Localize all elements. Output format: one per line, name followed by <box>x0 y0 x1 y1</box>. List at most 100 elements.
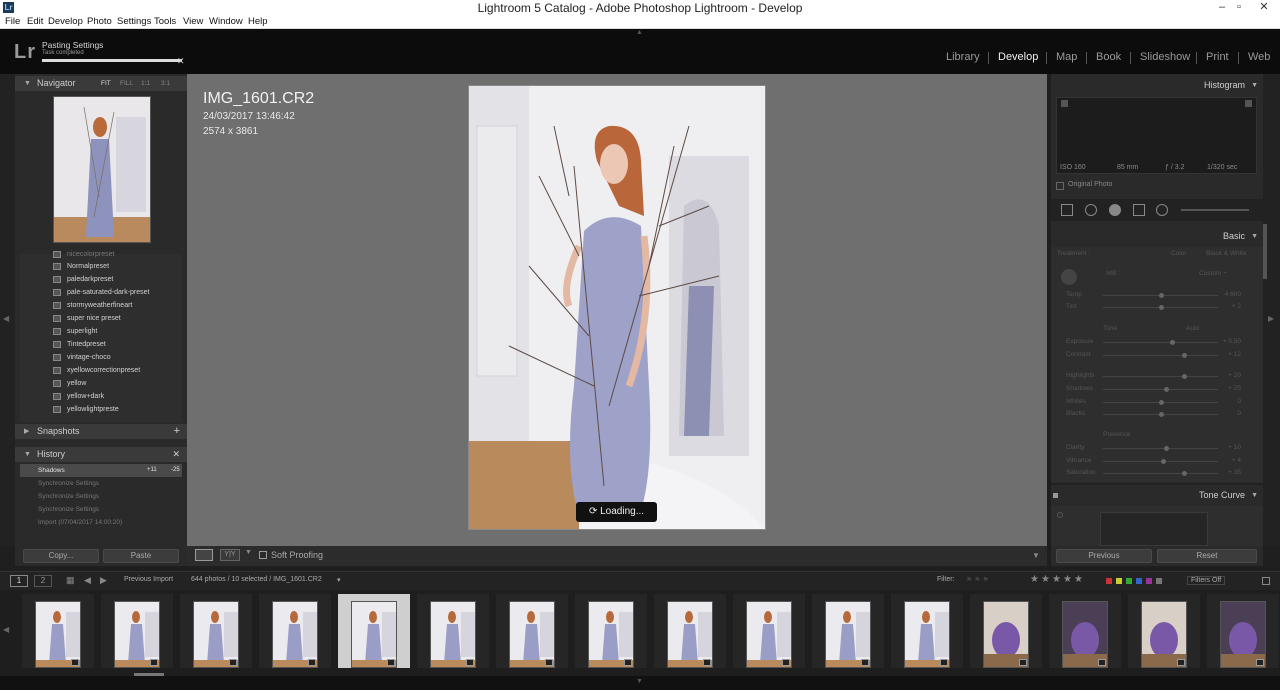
slider-thumb[interactable] <box>1158 293 1164 298</box>
history-item[interactable]: Synchronize Settings <box>20 477 182 490</box>
color-filter-purple-icon[interactable] <box>1146 578 1152 584</box>
source-dropdown-icon[interactable]: ▾ <box>337 576 341 584</box>
previous-button[interactable]: Previous <box>1056 549 1152 563</box>
filmstrip-thumbnail[interactable] <box>114 601 160 668</box>
soft-proofing-checkbox[interactable] <box>259 551 267 559</box>
filmstrip-thumbnail[interactable] <box>746 601 792 668</box>
preset-item[interactable]: Normalpreset <box>20 260 182 273</box>
filmstrip-thumb-cell[interactable] <box>259 594 331 668</box>
slider-thumb[interactable] <box>1158 412 1164 417</box>
copy-button[interactable]: Copy... <box>23 549 99 563</box>
filmstrip-thumb-cell[interactable] <box>1128 594 1200 668</box>
star-filter-icon[interactable]: ★ <box>1052 574 1061 585</box>
tone-auto-button[interactable]: Auto <box>1186 325 1199 332</box>
preset-item[interactable]: super nice preset <box>20 312 182 325</box>
menu-window[interactable]: Window <box>209 16 243 27</box>
reset-button[interactable]: Reset <box>1157 549 1257 563</box>
graduated-filter-icon[interactable] <box>1133 204 1145 216</box>
slider-value[interactable]: + 35 <box>1228 469 1241 476</box>
module-print[interactable]: Print <box>1206 51 1229 63</box>
menu-photo[interactable]: Photo <box>87 16 112 27</box>
slider-thumb[interactable] <box>1160 459 1166 464</box>
filmstrip-thumb-cell[interactable] <box>575 594 647 668</box>
radial-filter-icon[interactable] <box>1156 204 1168 216</box>
slider-track[interactable] <box>1103 473 1218 474</box>
tone-curve-header[interactable]: Tone Curve ▼ <box>1051 488 1263 503</box>
slider-value[interactable]: + 4 <box>1232 457 1241 464</box>
preset-item[interactable]: yellowlightpreste <box>20 403 182 416</box>
slider-value[interactable]: + 25 <box>1228 385 1241 392</box>
filmstrip-thumbnail[interactable] <box>351 601 397 668</box>
nav-1-1[interactable]: 1:1 <box>141 76 150 91</box>
slider-value[interactable]: + 12 <box>1228 351 1241 358</box>
minimize-icon[interactable]: – <box>1213 0 1231 15</box>
filmstrip-left-toggle-icon[interactable]: ◀ <box>3 625 9 634</box>
loupe-view-icon[interactable] <box>195 549 213 561</box>
filmstrip-count[interactable]: 644 photos / 10 selected / IMG_1601.CR2 <box>191 576 322 583</box>
forward-arrow-icon[interactable]: ▶ <box>100 575 107 586</box>
preset-item[interactable]: vintage-choco <box>20 351 182 364</box>
filmstrip-thumbnail[interactable] <box>430 601 476 668</box>
star-filter-icon[interactable]: ★ <box>1030 574 1039 585</box>
red-eye-icon[interactable] <box>1109 204 1121 216</box>
right-scrollbar[interactable]: ▶ <box>1263 74 1280 546</box>
filmstrip-thumb-cell[interactable] <box>1049 594 1121 668</box>
module-web[interactable]: Web <box>1248 51 1270 63</box>
menu-help[interactable]: Help <box>248 16 268 27</box>
collapse-bottom-icon[interactable]: ▼ <box>636 678 643 685</box>
filmstrip-thumbnail[interactable] <box>1062 601 1108 668</box>
filmstrip-thumb-cell[interactable] <box>101 594 173 668</box>
lock-filter-icon[interactable] <box>1262 577 1270 585</box>
menu-develop[interactable]: Develop <box>48 16 83 27</box>
star-filter-icon[interactable]: ★ <box>1063 574 1072 585</box>
task-cancel-icon[interactable]: ✕ <box>177 56 185 67</box>
treatment-color[interactable]: Color <box>1171 250 1187 257</box>
toolbar-menu-icon[interactable]: ▼ <box>1032 551 1040 560</box>
color-filter-yellow-icon[interactable] <box>1116 578 1122 584</box>
slider-thumb[interactable] <box>1170 340 1175 345</box>
window-2-button[interactable]: 2 <box>34 575 52 587</box>
menu-settings[interactable]: Settings <box>117 16 151 27</box>
preset-item[interactable]: pale-saturated-dark-preset <box>20 286 182 299</box>
nav-fill[interactable]: FILL <box>120 76 133 91</box>
preset-item[interactable]: yellow <box>20 377 182 390</box>
brush-slider[interactable] <box>1181 209 1249 211</box>
filmstrip-thumb-cell[interactable] <box>654 594 726 668</box>
color-filter-none-icon[interactable] <box>1156 578 1162 584</box>
module-develop[interactable]: Develop <box>998 51 1038 63</box>
grid-icon[interactable]: ▦ <box>66 575 75 586</box>
filmstrip-thumb-cell[interactable] <box>733 594 805 668</box>
shadow-clipping-icon[interactable] <box>1061 100 1068 107</box>
filmstrip-thumbnail[interactable] <box>667 601 713 668</box>
filmstrip-thumb-cell[interactable] <box>496 594 568 668</box>
history-header[interactable]: ▼ History ✕ <box>15 447 187 462</box>
slider-value[interactable]: 4 600 <box>1225 291 1241 298</box>
history-item[interactable]: Shadows +11 -25 <box>20 464 182 477</box>
preset-item[interactable]: Tintedpreset <box>20 338 182 351</box>
nav-3-1[interactable]: 3:1 <box>161 76 170 91</box>
close-icon[interactable]: ✕ <box>1255 0 1273 15</box>
before-after-dropdown-icon[interactable]: ▼ <box>245 549 252 556</box>
slider-thumb[interactable] <box>1158 400 1164 405</box>
filmstrip[interactable]: ◀ ▶ <box>0 590 1280 676</box>
menu-view[interactable]: View <box>183 16 203 27</box>
filmstrip-thumbnail[interactable] <box>983 601 1029 668</box>
back-arrow-icon[interactable]: ◀ <box>84 575 91 586</box>
slider-thumb[interactable] <box>1181 471 1187 476</box>
nav-fit[interactable]: FIT <box>101 76 111 91</box>
color-filter-red-icon[interactable] <box>1106 578 1112 584</box>
history-item[interactable]: Synchronize Settings <box>20 490 182 503</box>
filmstrip-thumb-cell[interactable] <box>1207 594 1279 668</box>
left-panel-toggle-icon[interactable]: ◀ <box>3 314 9 323</box>
history-item[interactable]: Synchronize Settings <box>20 503 182 516</box>
slider-value[interactable]: 0 <box>1237 398 1241 405</box>
filmstrip-source[interactable]: Previous Import <box>124 576 173 583</box>
color-filter-green-icon[interactable] <box>1126 578 1132 584</box>
flag-filter-icons[interactable]: ⚑ ⚑ ⚑ <box>966 576 989 584</box>
slider-track[interactable] <box>1103 389 1218 390</box>
filmstrip-thumb-cell[interactable] <box>970 594 1042 668</box>
preset-item[interactable]: yellow+dark <box>20 390 182 403</box>
target-adjust-icon[interactable] <box>1057 512 1063 518</box>
slider-thumb[interactable] <box>1158 305 1164 310</box>
filmstrip-thumb-cell[interactable] <box>180 594 252 668</box>
